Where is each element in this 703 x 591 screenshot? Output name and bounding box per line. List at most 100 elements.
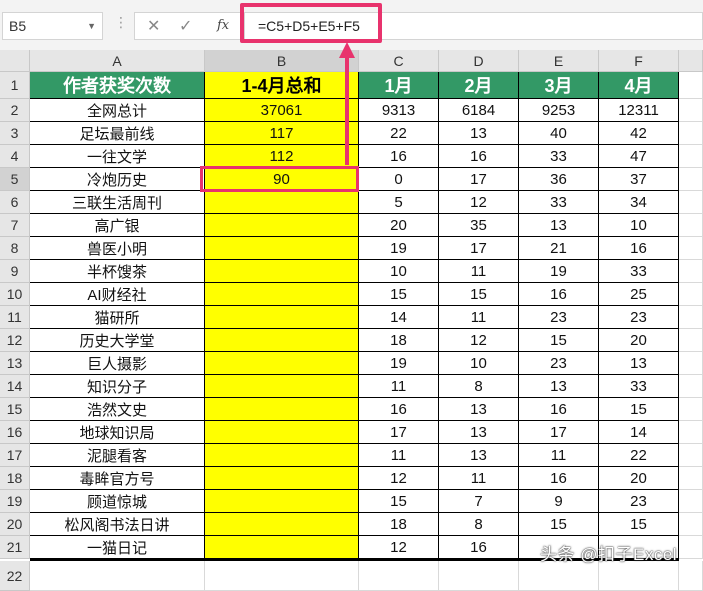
table-cell[interactable]: 14	[599, 421, 679, 444]
table-cell[interactable]	[205, 513, 359, 536]
table-cell[interactable]	[205, 444, 359, 467]
table-cell[interactable]: 15	[519, 329, 599, 352]
table-cell[interactable]: 浩然文史	[30, 398, 205, 421]
table-cell[interactable]	[205, 421, 359, 444]
table-cell[interactable]: 17	[439, 168, 519, 191]
table-cell[interactable]: 47	[599, 145, 679, 168]
table-cell[interactable]: 15	[519, 513, 599, 536]
table-cell[interactable]: 20	[599, 329, 679, 352]
table-cell[interactable]	[205, 467, 359, 490]
column-header-a[interactable]: A	[30, 50, 205, 72]
table-cell[interactable]: 16	[519, 283, 599, 306]
row-header-19[interactable]: 19	[0, 490, 30, 513]
empty-cell[interactable]	[679, 561, 703, 591]
table-cell[interactable]: 33	[519, 191, 599, 214]
table-cell[interactable]: 21	[519, 237, 599, 260]
table-cell[interactable]: 13	[439, 444, 519, 467]
table-cell[interactable]: 16	[599, 237, 679, 260]
table-cell[interactable]: 14	[359, 306, 439, 329]
table-cell[interactable]: 19	[359, 237, 439, 260]
empty-cell[interactable]	[205, 561, 359, 591]
table-cell[interactable]	[205, 490, 359, 513]
row-header-4[interactable]: 4	[0, 145, 30, 168]
header-cell[interactable]: 4月	[599, 72, 679, 99]
table-cell[interactable]: 20	[359, 214, 439, 237]
table-cell[interactable]: 13	[519, 214, 599, 237]
empty-cell[interactable]	[679, 352, 703, 375]
empty-cell[interactable]	[679, 72, 703, 99]
row-header-20[interactable]: 20	[0, 513, 30, 536]
table-cell[interactable]: 5	[359, 191, 439, 214]
table-cell[interactable]: 33	[599, 375, 679, 398]
empty-cell[interactable]	[679, 467, 703, 490]
row-header-3[interactable]: 3	[0, 122, 30, 145]
row-header-18[interactable]: 18	[0, 467, 30, 490]
table-cell[interactable]: 11	[359, 444, 439, 467]
table-cell[interactable]: 37	[599, 168, 679, 191]
table-cell[interactable]: 17	[519, 421, 599, 444]
table-cell[interactable]: 猫研所	[30, 306, 205, 329]
table-cell[interactable]: 18	[359, 513, 439, 536]
empty-cell[interactable]	[679, 214, 703, 237]
empty-cell[interactable]	[679, 444, 703, 467]
table-cell[interactable]: 16	[439, 145, 519, 168]
table-cell[interactable]: 13	[519, 375, 599, 398]
table-cell[interactable]: 11	[359, 375, 439, 398]
empty-cell[interactable]	[679, 191, 703, 214]
row-header-14[interactable]: 14	[0, 375, 30, 398]
empty-cell[interactable]	[679, 329, 703, 352]
empty-cell[interactable]	[679, 375, 703, 398]
row-header-11[interactable]: 11	[0, 306, 30, 329]
table-cell[interactable]: 33	[599, 260, 679, 283]
row-header-6[interactable]: 6	[0, 191, 30, 214]
table-cell[interactable]: 22	[599, 444, 679, 467]
table-cell[interactable]	[205, 329, 359, 352]
cancel-icon[interactable]: ✕	[147, 16, 160, 36]
table-cell[interactable]: 9253	[519, 99, 599, 122]
table-cell[interactable]: 一往文学	[30, 145, 205, 168]
table-cell[interactable]: 16	[359, 145, 439, 168]
table-cell[interactable]: 17	[359, 421, 439, 444]
table-cell[interactable]: 16	[439, 536, 519, 559]
table-cell[interactable]: 历史大学堂	[30, 329, 205, 352]
table-cell[interactable]	[205, 352, 359, 375]
table-cell[interactable]: 23	[599, 490, 679, 513]
table-cell[interactable]: 15	[439, 283, 519, 306]
row-header-21[interactable]: 21	[0, 536, 30, 559]
table-cell[interactable]: 19	[359, 352, 439, 375]
table-cell[interactable]	[205, 237, 359, 260]
table-cell[interactable]: 117	[205, 122, 359, 145]
column-header-c[interactable]: C	[359, 50, 439, 72]
table-cell[interactable]: 半杯馊茶	[30, 260, 205, 283]
table-cell[interactable]: 112	[205, 145, 359, 168]
drag-handle-icon[interactable]: ⋮	[114, 14, 128, 31]
table-cell[interactable]: 高广银	[30, 214, 205, 237]
table-cell[interactable]: 7	[439, 490, 519, 513]
row-header-13[interactable]: 13	[0, 352, 30, 375]
table-cell[interactable]: 37061	[205, 99, 359, 122]
table-cell[interactable]: 9	[519, 490, 599, 513]
table-cell[interactable]	[205, 375, 359, 398]
row-header-8[interactable]: 8	[0, 237, 30, 260]
table-cell[interactable]: 13	[439, 122, 519, 145]
empty-cell[interactable]	[679, 168, 703, 191]
row-header-12[interactable]: 12	[0, 329, 30, 352]
empty-cell[interactable]	[679, 490, 703, 513]
table-cell[interactable]: 三联生活周刊	[30, 191, 205, 214]
header-cell[interactable]: 2月	[439, 72, 519, 99]
select-all-corner[interactable]	[0, 50, 30, 72]
row-header-1[interactable]: 1	[0, 72, 30, 99]
table-cell[interactable]: 10	[599, 214, 679, 237]
table-cell[interactable]: 17	[439, 237, 519, 260]
table-cell[interactable]: 11	[519, 444, 599, 467]
table-cell[interactable]: 13	[599, 352, 679, 375]
table-cell[interactable]: 12311	[599, 99, 679, 122]
table-cell[interactable]: 10	[439, 352, 519, 375]
table-cell[interactable]: 9313	[359, 99, 439, 122]
table-cell[interactable]: 15	[359, 283, 439, 306]
row-header-16[interactable]: 16	[0, 421, 30, 444]
header-cell[interactable]: 1月	[359, 72, 439, 99]
table-cell[interactable]: 一猫日记	[30, 536, 205, 559]
table-cell[interactable]: 36	[519, 168, 599, 191]
table-cell[interactable]: 13	[439, 421, 519, 444]
